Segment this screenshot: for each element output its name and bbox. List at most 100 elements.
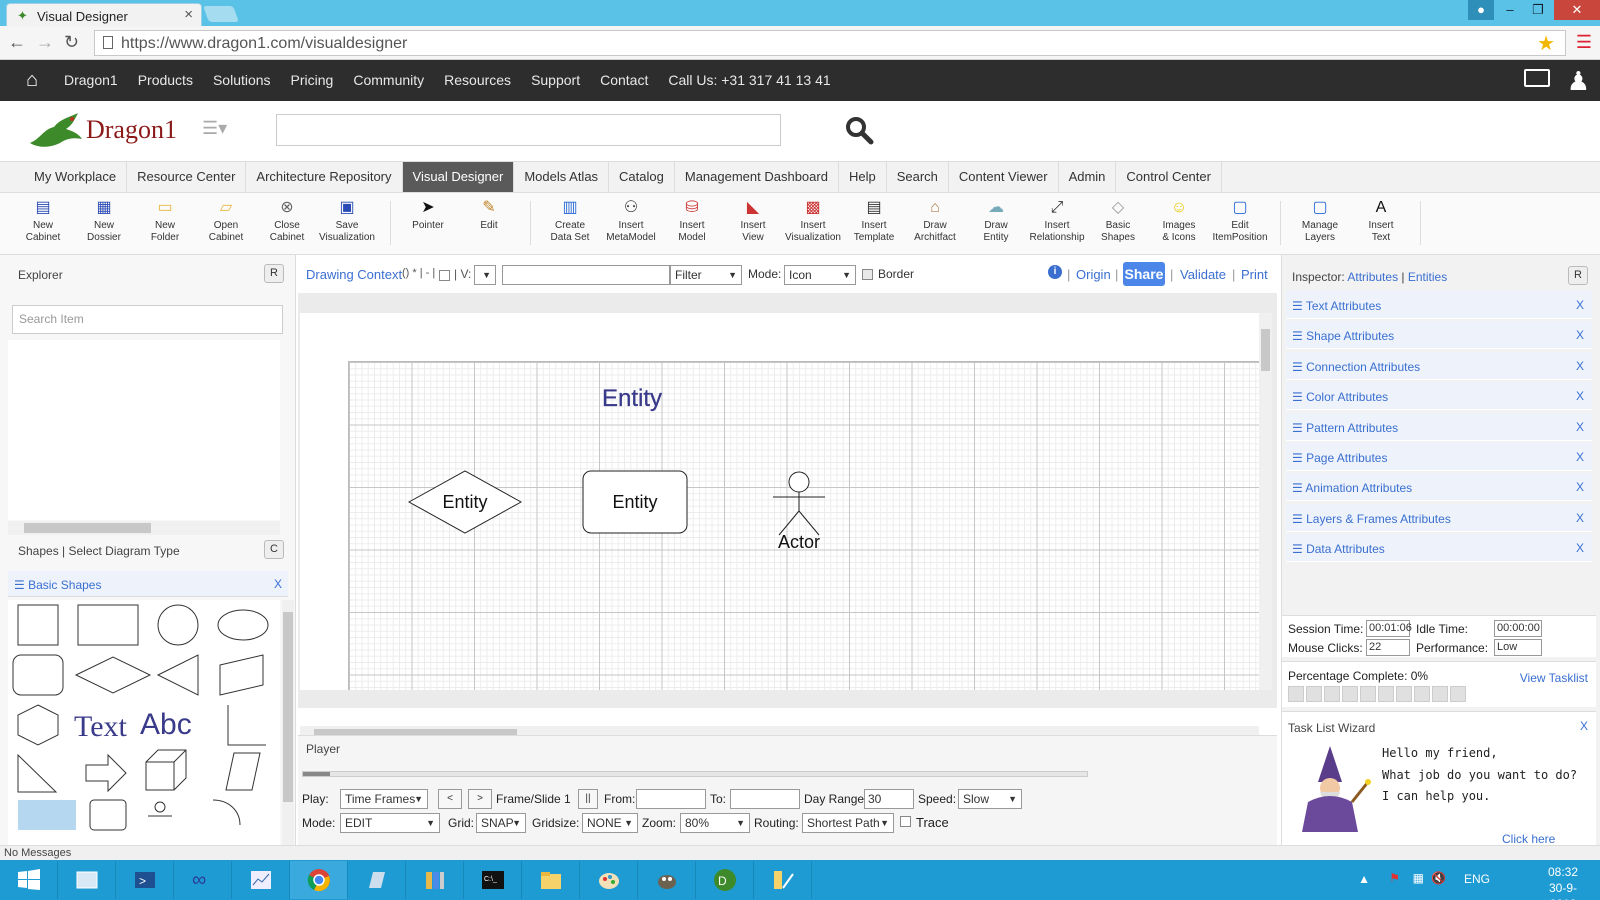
sky-image-shape[interactable]: [18, 800, 76, 830]
inspector-reset-button[interactable]: R: [1568, 266, 1588, 285]
prev-frame-button[interactable]: <: [438, 789, 462, 809]
taskbar-dragon-app[interactable]: D: [696, 861, 754, 899]
site-nav-item[interactable]: Support: [521, 60, 590, 101]
basic-shapes-close[interactable]: X: [274, 577, 282, 591]
play-select[interactable]: Time Frames ▼: [340, 789, 428, 809]
app-nav-tab-admin[interactable]: Admin: [1059, 162, 1117, 192]
filter-select[interactable]: Filter ▼: [670, 265, 742, 285]
from-input[interactable]: [636, 789, 706, 809]
taskbar-chrome[interactable]: [290, 861, 348, 899]
inspector-entities-link[interactable]: Entities: [1408, 270, 1447, 284]
tool-close-cabinet[interactable]: ⊗ Close Cabinet: [256, 199, 318, 244]
tool-draw-entity[interactable]: ☁ Draw Entity: [965, 199, 1027, 244]
canvas-vertical-scrollbar[interactable]: [1259, 313, 1272, 690]
actor-figure[interactable]: [773, 471, 825, 536]
tray-up-arrow-icon[interactable]: ▲: [1358, 872, 1370, 886]
inspector-row-close[interactable]: X: [1576, 511, 1584, 525]
mode-select[interactable]: EDIT ▼: [340, 813, 440, 833]
circle-shape[interactable]: [157, 604, 199, 646]
site-nav-item[interactable]: Dragon1: [54, 60, 128, 101]
rounded-rectangle-shape[interactable]: [12, 654, 64, 696]
tool-edit[interactable]: ✎ Edit: [458, 199, 520, 232]
entity-box[interactable]: Entity: [582, 470, 688, 534]
inspector-row-close[interactable]: X: [1576, 541, 1584, 555]
tray-language[interactable]: ENG: [1464, 872, 1490, 886]
site-nav-item[interactable]: Community: [343, 60, 434, 101]
tray-volume-icon[interactable]: 🔇: [1431, 871, 1446, 885]
search-icon[interactable]: [844, 115, 874, 145]
app-nav-tab-visual-designer[interactable]: Visual Designer: [402, 162, 515, 192]
url-field[interactable]: https://www.dragon1.com/visualdesigner ★: [94, 30, 1566, 56]
taskbar-books[interactable]: [406, 861, 464, 899]
inspector-row[interactable]: ☰ Layers & Frames Attributes X: [1286, 503, 1592, 532]
close-window-icon[interactable]: ✕: [1554, 0, 1600, 20]
app-nav-tab-help[interactable]: Help: [839, 162, 887, 192]
new-tab-button[interactable]: [203, 6, 239, 22]
cube-shape[interactable]: [145, 749, 187, 791]
restore-icon[interactable]: ❐: [1524, 0, 1552, 20]
inspector-row-close[interactable]: X: [1576, 420, 1584, 434]
to-input[interactable]: [730, 789, 800, 809]
abc-sample-shape[interactable]: Abc: [140, 708, 192, 741]
line-corner-shape[interactable]: [227, 705, 266, 746]
dragon-logo-icon[interactable]: [26, 109, 86, 151]
zoom-select[interactable]: 80% ▼: [680, 813, 750, 833]
inspector-row-close[interactable]: X: [1576, 328, 1584, 342]
tool-new-cabinet[interactable]: ▤ New Cabinet: [12, 199, 74, 244]
diamond-shape[interactable]: [74, 656, 152, 694]
home-icon[interactable]: ⌂: [26, 69, 38, 92]
tool-new-dossier[interactable]: ▦ New Dossier: [73, 199, 135, 244]
grid-select[interactable]: SNAP ▼: [476, 813, 526, 833]
speed-select[interactable]: Slow ▼: [958, 789, 1022, 809]
tool-open-cabinet[interactable]: ▱ Open Cabinet: [195, 199, 257, 244]
shapes-title[interactable]: Shapes | Select Diagram Type: [18, 544, 180, 558]
arc-shape[interactable]: [212, 799, 241, 826]
tab-close-icon[interactable]: ×: [184, 6, 193, 23]
inspector-row-close[interactable]: X: [1576, 389, 1584, 403]
parallelogram-shape[interactable]: [225, 752, 261, 791]
inspector-row[interactable]: ☰ Animation Attributes X: [1286, 473, 1592, 502]
inspector-row[interactable]: ☰ Text Attributes X: [1286, 291, 1592, 319]
tool-insert-relationship[interactable]: ⤢ Insert Relationship: [1026, 199, 1088, 244]
hamburger-menu-icon[interactable]: ☰▾: [202, 118, 227, 139]
site-nav-item[interactable]: Solutions: [203, 60, 281, 101]
app-nav-tab-management-dashboard[interactable]: Management Dashboard: [675, 162, 839, 192]
reload-icon[interactable]: ↻: [64, 32, 79, 53]
user-icon[interactable]: ♟: [1567, 66, 1590, 97]
user-profile-icon[interactable]: ●: [1468, 0, 1494, 20]
tool-create-data-set[interactable]: ▥ Create Data Set: [539, 199, 601, 244]
border-checkbox[interactable]: [862, 269, 873, 280]
monitor-icon[interactable]: [1524, 69, 1550, 87]
tray-network-icon[interactable]: ▦: [1413, 871, 1424, 885]
trace-checkbox[interactable]: [900, 816, 911, 827]
inspector-row[interactable]: ☰ Connection Attributes X: [1286, 351, 1592, 380]
logo-text[interactable]: Dragon1: [86, 115, 177, 145]
triangle-left-shape[interactable]: [156, 654, 199, 696]
tray-clock[interactable]: 08:32 30-9-2016: [1548, 864, 1578, 900]
inspector-row-close[interactable]: X: [1576, 359, 1584, 373]
app-nav-tab-catalog[interactable]: Catalog: [609, 162, 675, 192]
app-nav-tab-control-center[interactable]: Control Center: [1116, 162, 1222, 192]
taskbar-paint[interactable]: [580, 861, 638, 899]
bookmark-star-icon[interactable]: ★: [1537, 31, 1555, 56]
drawing-context-link[interactable]: Drawing Context: [306, 267, 402, 282]
taskbar-infinity-app[interactable]: ∞: [174, 861, 232, 899]
explorer-tree[interactable]: [8, 340, 280, 520]
tool-insert-model[interactable]: ⛁ Insert Model: [661, 199, 723, 244]
inspector-row[interactable]: ☰ Color Attributes X: [1286, 382, 1592, 411]
rectangle-shape[interactable]: [77, 604, 139, 646]
wizard-close[interactable]: X: [1580, 719, 1588, 733]
text-sample-shape[interactable]: Text: [74, 710, 128, 743]
inspector-row[interactable]: ☰ Shape Attributes X: [1286, 321, 1592, 350]
app-nav-tab-architecture-repository[interactable]: Architecture Repository: [246, 162, 403, 192]
square-shape[interactable]: [17, 604, 59, 646]
explorer-horizontal-scrollbar[interactable]: [8, 521, 280, 535]
site-search-input[interactable]: [276, 114, 781, 146]
tool-new-folder[interactable]: ▭ New Folder: [134, 199, 196, 244]
share-button[interactable]: Share: [1123, 262, 1165, 286]
tool-insert-text[interactable]: A Insert Text: [1350, 199, 1412, 244]
context-input[interactable]: [502, 265, 670, 285]
back-icon[interactable]: ←: [8, 32, 26, 53]
view-tasklist-link[interactable]: View Tasklist: [1520, 671, 1588, 685]
taskbar-folder[interactable]: [522, 861, 580, 899]
